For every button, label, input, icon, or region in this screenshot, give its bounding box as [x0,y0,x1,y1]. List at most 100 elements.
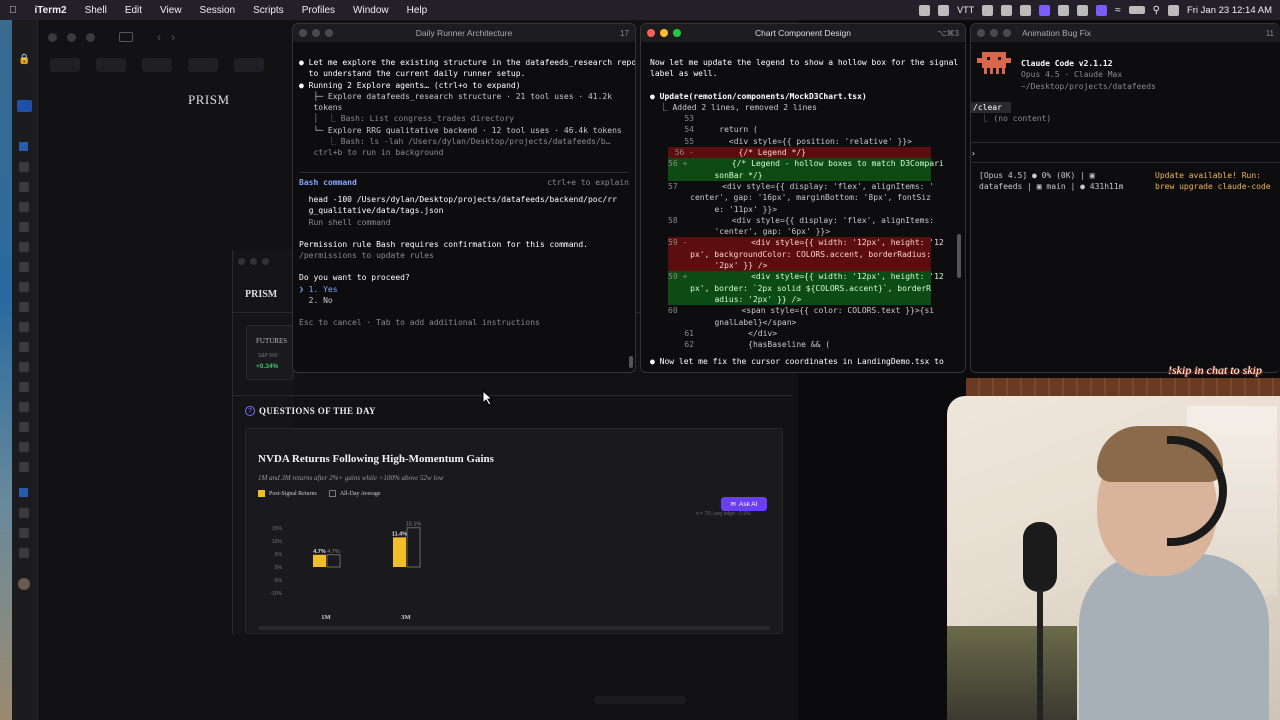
forward-icon[interactable]: › [171,30,175,44]
diff-line-number: 57 [668,181,678,191]
file-icon[interactable] [19,302,29,312]
checkbox-icon[interactable] [19,488,28,497]
file-icon[interactable] [19,382,29,392]
status-tray-icon[interactable] [1001,4,1013,16]
menu-window[interactable]: Window [344,5,398,16]
lock-icon[interactable]: 🔒 [18,54,30,66]
window-close-button[interactable] [977,29,985,37]
file-icon[interactable] [19,222,29,232]
status-tray-icon[interactable] [938,4,950,16]
menu-view[interactable]: View [151,5,191,16]
window-zoom-button[interactable] [262,258,269,265]
menu-help[interactable]: Help [398,5,437,16]
window-close-button[interactable] [238,258,245,265]
control-center-icon[interactable] [1167,4,1179,16]
datetime[interactable]: Fri Jan 23 12:14 AM [1187,5,1272,16]
browser-tab[interactable] [96,58,126,72]
menu-shell[interactable]: Shell [76,5,116,16]
menu-edit[interactable]: Edit [116,5,151,16]
terminal-daily-runner[interactable]: Daily Runner Architecture 17 ● Let me ex… [292,23,636,373]
diff-line-text: </div> [700,328,778,338]
terminal-animation-bug[interactable]: Animation Bug Fix 11 Claude Code v2.1.12… [970,23,1280,373]
diff-line-text: {/* Legend */} [700,148,806,158]
page-brand[interactable]: PRISM [188,92,230,108]
file-icon[interactable] [19,242,29,252]
file-icon[interactable] [19,342,29,352]
menu-app-name[interactable]: iTerm2 [26,5,76,16]
window-minimize-button[interactable] [990,29,998,37]
status-tray-icon[interactable] [1058,4,1070,16]
file-icon[interactable] [19,548,29,558]
status-tray-icon[interactable] [1077,4,1089,16]
file-icon[interactable] [19,262,29,272]
futures-card[interactable]: FUTURES S&P 500 +0.34% [246,325,294,380]
back-icon[interactable]: ‹ [157,30,161,44]
battery-icon[interactable] [1128,6,1145,14]
horizontal-scrollbar[interactable] [258,626,770,630]
wifi-icon[interactable]: ≈ [1115,5,1121,16]
avatar[interactable] [18,578,30,590]
scrollbar[interactable] [629,356,633,368]
bash-header: Bash command [299,177,357,187]
file-icon[interactable] [19,422,29,432]
browser-tab[interactable] [188,58,218,72]
sidebar-active-item[interactable] [17,100,32,112]
browser-tab[interactable] [50,58,80,72]
question-card[interactable]: NVDA Returns Following High-Momentum Gai… [245,428,783,634]
file-icon[interactable] [19,462,29,472]
file-icon[interactable] [19,402,29,412]
input-prompt[interactable]: › [971,148,976,159]
sidebar-toggle-icon[interactable] [119,32,133,42]
diff-line-number: 56 + [668,159,688,169]
window-zoom-button[interactable] [1003,29,1011,37]
diff-line: 54 return ( [668,124,931,135]
diff-line-number: 56 - [674,148,694,158]
status-tray-icon[interactable] [1039,4,1051,16]
terminal-line: ● Let me explore the existing structure … [299,58,636,67]
menu-session[interactable]: Session [191,5,245,16]
legend: Post-Signal Returns All-Day Average [258,490,381,497]
file-icon[interactable] [19,362,29,372]
window-minimize-button[interactable] [250,258,257,265]
file-icon[interactable] [19,442,29,452]
option-yes[interactable]: ❯ 1. Yes [299,284,629,295]
menu-profiles[interactable]: Profiles [293,5,344,16]
file-icon[interactable] [19,282,29,292]
status-tray-icon[interactable] [1096,4,1108,16]
file-icon[interactable] [19,202,29,212]
window-close-button[interactable] [647,29,655,37]
terminal-line: to understand the current daily runner s… [299,69,526,79]
bash-hint: ctrl+e to explain [547,177,629,187]
window-minimize-button[interactable] [312,29,320,37]
file-icon[interactable] [19,322,29,332]
y-tick-label: 0% [275,565,283,571]
search-icon[interactable]: ⚲ [1153,5,1160,16]
file-icon[interactable] [19,528,29,538]
status-text[interactable]: VTT [957,5,974,15]
browser-tab[interactable] [234,58,264,72]
window-close-button[interactable] [48,32,57,42]
checkbox-icon[interactable] [19,142,28,151]
window-minimize-button[interactable] [67,32,76,42]
window-zoom-button[interactable] [673,29,681,37]
nested-brand[interactable]: PRISM [245,289,277,300]
file-icon[interactable] [19,508,29,518]
terminal-line: ├─ Explore datafeeds_research structure … [299,91,613,101]
diff-line-text: center', gap: '16px', marginBottom: '8px… [675,193,931,203]
window-minimize-button[interactable] [660,29,668,37]
terminal-chart-component[interactable]: Chart Component Design ⌥⌘3 Now let me up… [640,23,966,373]
window-zoom-button[interactable] [86,32,95,42]
browser-tab[interactable] [142,58,172,72]
menu-scripts[interactable]: Scripts [244,5,293,16]
file-icon[interactable] [19,162,29,172]
ask-ai-button[interactable]: ✉ Ask AI [721,497,767,511]
apple-icon[interactable]:  [0,5,26,16]
status-tray-icon[interactable] [982,4,994,16]
status-tray-icon[interactable] [919,4,931,16]
status-tray-icon[interactable] [1020,4,1032,16]
window-zoom-button[interactable] [325,29,333,37]
file-icon[interactable] [19,182,29,192]
option-no[interactable]: 2. No [299,295,629,306]
scrollbar[interactable] [957,234,961,278]
window-close-button[interactable] [299,29,307,37]
